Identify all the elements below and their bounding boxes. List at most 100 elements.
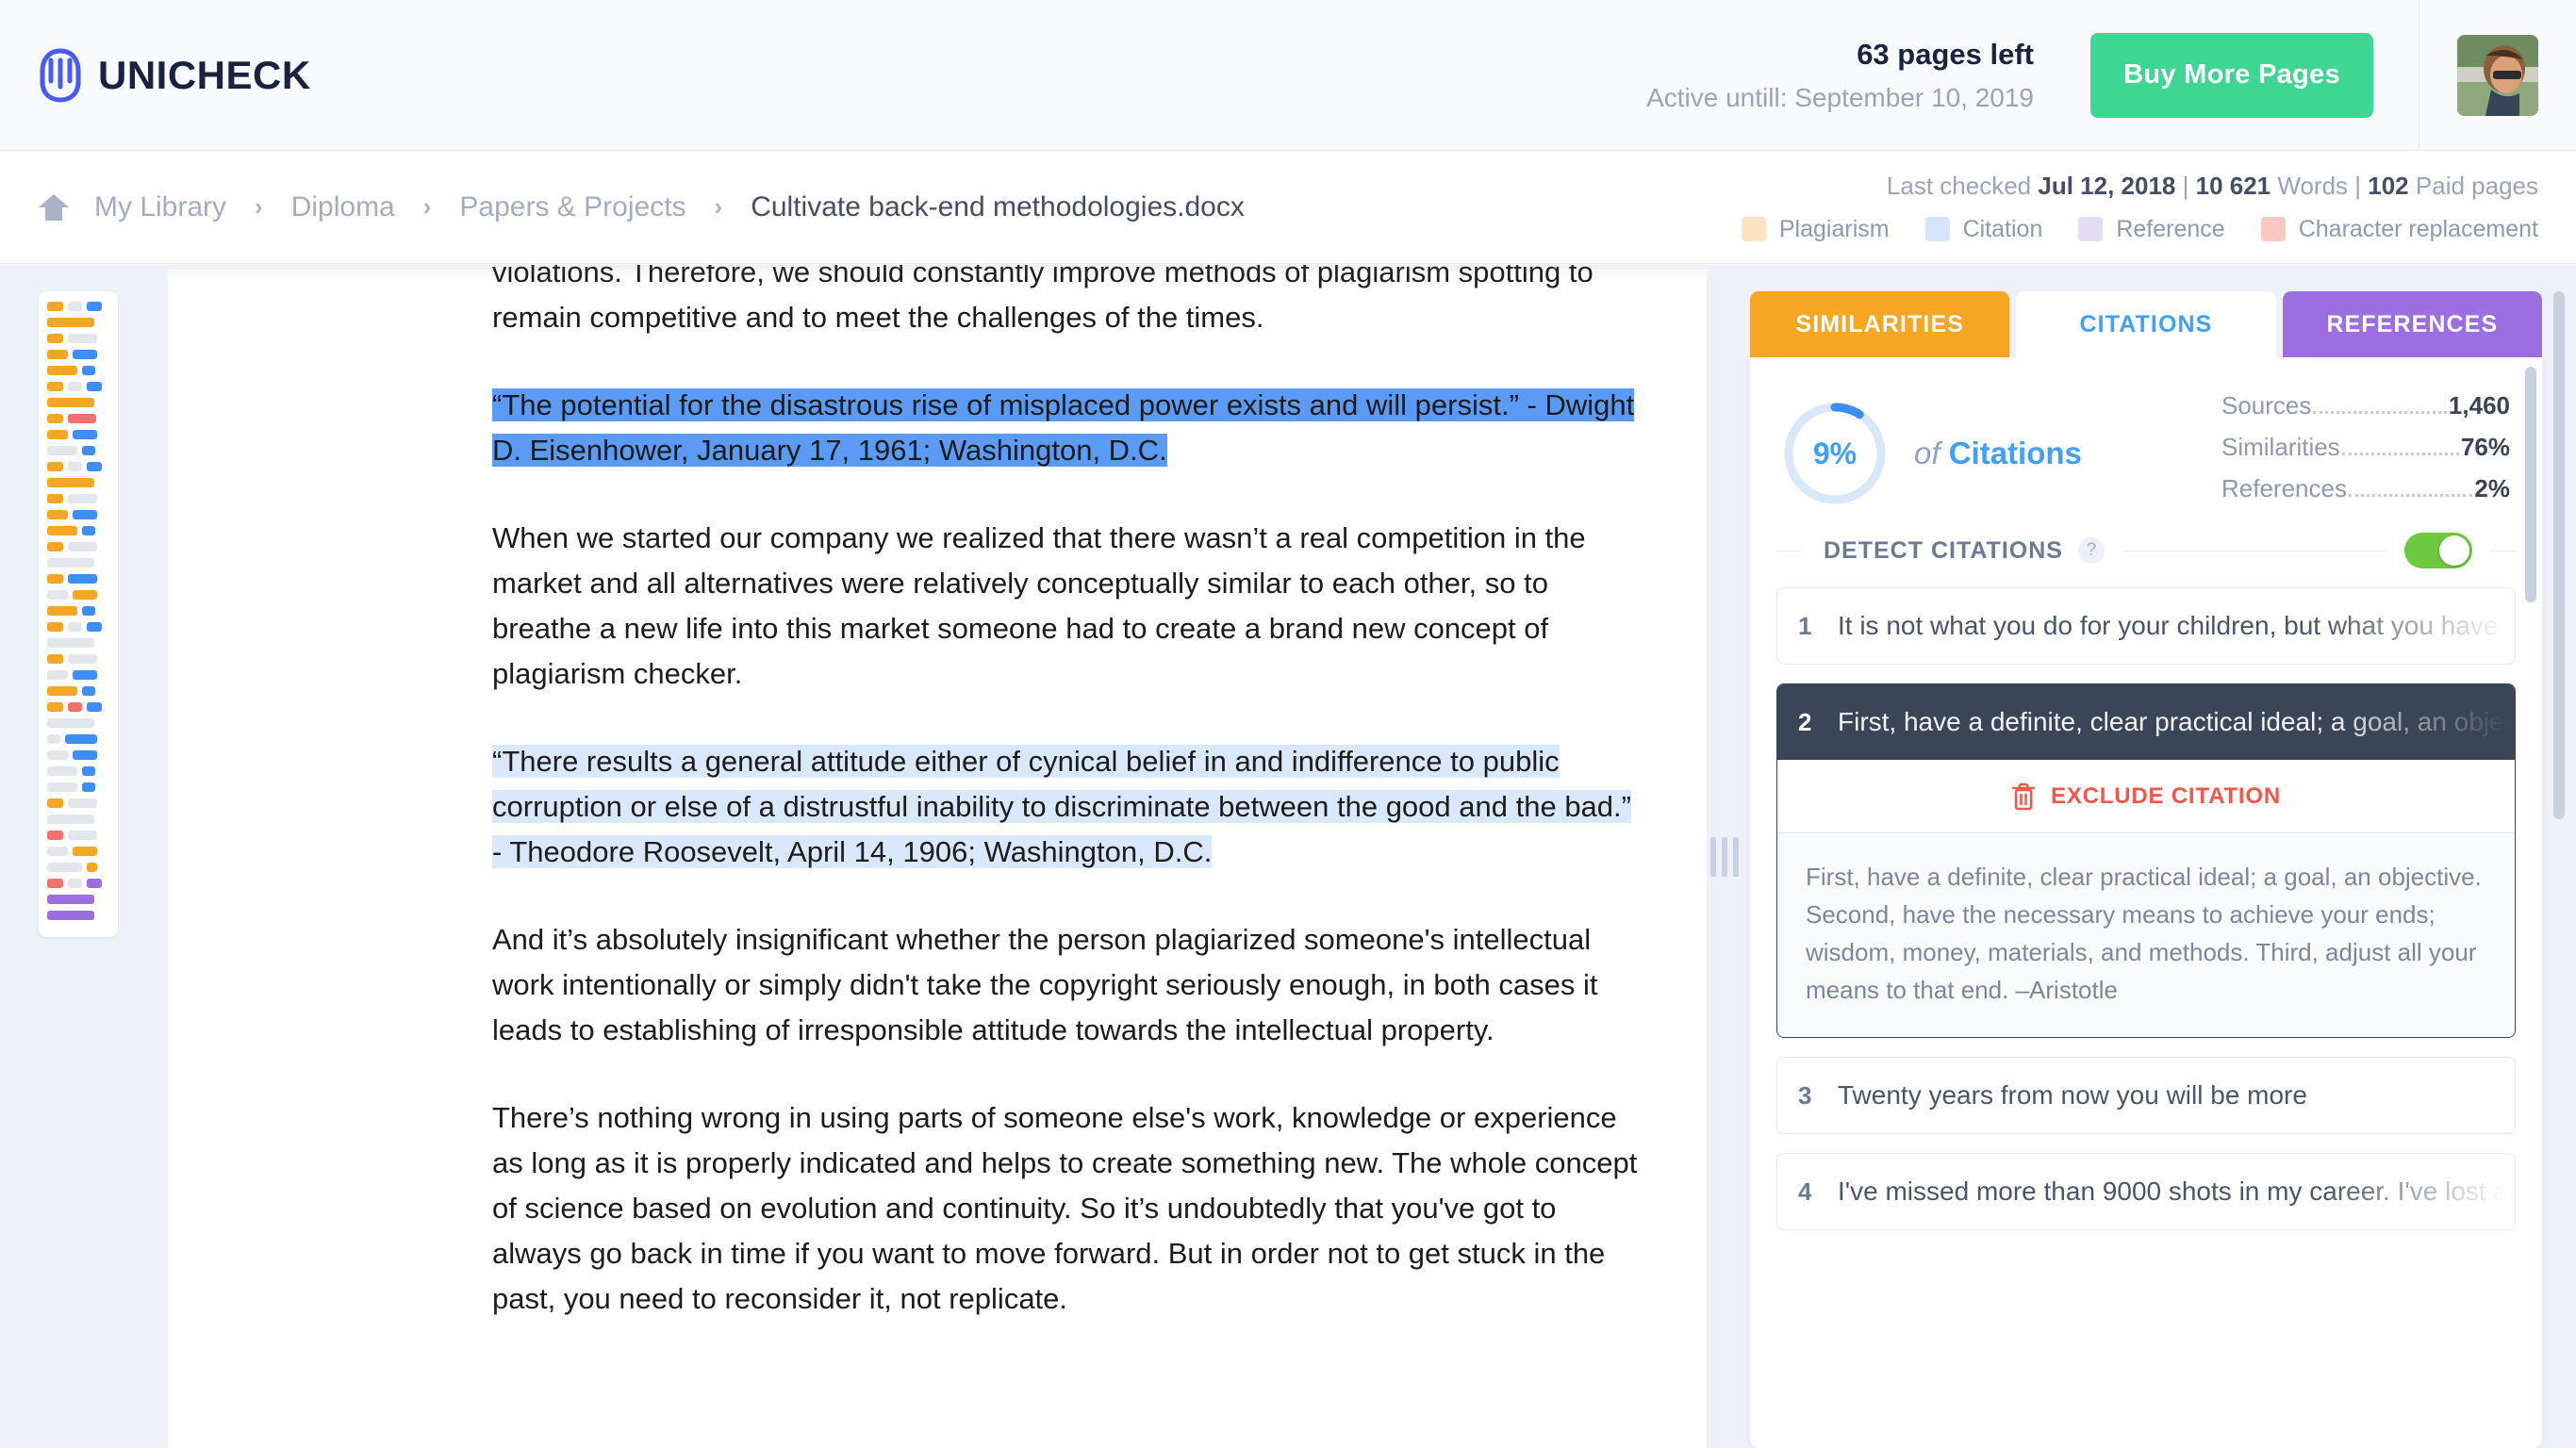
pages-left-count: 63 pages left <box>1857 37 2034 71</box>
breadcrumb-separator: › <box>714 192 723 221</box>
highlighted-text-run[interactable]: - Theodore Roosevelt, April 14, 1906; Wa… <box>492 835 1213 868</box>
minimap-row <box>47 734 109 744</box>
minimap-row <box>47 638 109 648</box>
tab-citations[interactable]: CITATIONS <box>2016 291 2276 357</box>
document-paragraph: And it’s absolutely insignificant whethe… <box>492 917 1650 1053</box>
exclude-citation-button[interactable]: EXCLUDE CITATION <box>1777 760 2515 833</box>
minimap-segment-plain <box>47 766 78 776</box>
text-run: And it’s absolutely insignificant whethe… <box>492 923 1598 1046</box>
minimap-segment-plain <box>47 558 94 568</box>
breadcrumb: My Library › Diploma › Papers & Projects… <box>38 191 1245 223</box>
minimap-row <box>47 766 109 776</box>
document-paragraph: There’s nothing wrong in using parts of … <box>492 1095 1650 1322</box>
page-scrollbar-track[interactable] <box>2553 291 2567 1448</box>
detect-citations-label: DETECT CITATIONS <box>1824 536 2063 564</box>
panel-scrollbar-track[interactable] <box>2525 357 2538 1448</box>
minimap-segment-plagiarism <box>73 590 98 600</box>
legend-label: Citation <box>1962 215 2043 242</box>
minimap-row <box>47 334 109 343</box>
detect-citations-row: DETECT CITATIONS ? <box>1750 525 2542 568</box>
legend-label: Plagiarism <box>1778 215 1890 242</box>
minimap-row <box>47 847 109 856</box>
legend-label: Character replacement <box>2298 215 2538 242</box>
breadcrumb-separator: › <box>422 192 432 221</box>
minimap-segment-citation <box>73 670 98 680</box>
breadcrumb-item-diploma[interactable]: Diploma <box>291 191 395 223</box>
minimap-segment-plain <box>68 879 82 888</box>
minimap-segment-plagiarism <box>47 606 78 616</box>
citation-item[interactable]: 1 It is not what you do for your children… <box>1776 587 2516 665</box>
minimap-row <box>47 398 109 407</box>
minimap-segment-plain <box>68 382 82 391</box>
minimap-segment-plain <box>68 654 98 664</box>
minimap-segment-citation <box>86 302 103 311</box>
minimap-segment-plagiarism <box>47 526 78 535</box>
tab-similarities[interactable]: SIMILARITIES <box>1750 291 2010 357</box>
help-icon[interactable]: ? <box>2077 537 2105 564</box>
citation-item[interactable]: 3 Twenty years from now you will be more <box>1776 1057 2516 1134</box>
legend-swatch-icon <box>1924 217 1950 241</box>
splitter-bar <box>1722 836 1727 877</box>
citation-item[interactable]: 4 I've missed more than 9000 shots in my … <box>1776 1153 2516 1230</box>
minimap-segment-plain <box>47 718 94 728</box>
highlighted-text-run[interactable]: “The potential for the disastrous rise o… <box>492 388 1635 467</box>
detect-citations-toggle[interactable] <box>2404 533 2472 568</box>
citation-item-header[interactable]: 1 It is not what you do for your children… <box>1777 588 2515 664</box>
brand-logo[interactable]: UNICHECK <box>38 47 311 103</box>
brand-name: UNICHECK <box>98 52 311 97</box>
citation-full-text: First, have a definite, clear practical … <box>1777 833 2515 1037</box>
minimap-row <box>47 430 109 439</box>
minimap-row <box>47 879 109 888</box>
tab-references[interactable]: REFERENCES <box>2282 291 2542 357</box>
document-minimap[interactable] <box>39 291 118 937</box>
minimap-segment-plagiarism <box>47 494 64 503</box>
minimap-segment-plain <box>47 863 82 872</box>
document-body[interactable]: violations. Therefore, we should constan… <box>168 265 1707 1322</box>
stat-dot-leader <box>2348 494 2473 497</box>
pane-splitter-handle[interactable] <box>1707 265 1742 1448</box>
citations-summary-label: of Citations <box>1914 436 2082 471</box>
text-run: violations. Therefore, we should constan… <box>492 265 1593 334</box>
panel-scrollbar-thumb[interactable] <box>2525 367 2536 602</box>
buy-more-pages-button[interactable]: Buy More Pages <box>2090 32 2373 118</box>
minimap-row <box>47 863 109 872</box>
citation-item-header[interactable]: 3 Twenty years from now you will be more <box>1777 1058 2515 1133</box>
legend-item: Character replacement <box>2260 215 2538 243</box>
home-icon[interactable] <box>38 193 70 222</box>
user-avatar[interactable] <box>2457 34 2538 116</box>
minimap-segment-plagiarism <box>73 847 98 856</box>
citation-preview-text: Twenty years from now you will be more <box>1838 1080 2307 1110</box>
minimap-segment-plagiarism <box>47 622 64 632</box>
breadcrumb-item-papers-projects[interactable]: Papers & Projects <box>459 191 685 223</box>
citation-preview-text: It is not what you do for your children,… <box>1838 611 2515 640</box>
minimap-segment-citation <box>82 526 96 535</box>
stat-dot-leader <box>2341 452 2459 455</box>
minimap-segment-citation <box>73 350 98 359</box>
breadcrumb-separator: › <box>255 192 263 221</box>
minimap-segment-plain <box>68 302 82 311</box>
breadcrumb-bar: My Library › Diploma › Papers & Projects… <box>0 151 2576 264</box>
breadcrumb-item-my-library[interactable]: My Library <box>94 191 226 223</box>
citation-index: 2 <box>1798 707 1812 736</box>
legend-label: Reference <box>2116 215 2225 242</box>
minimap-row <box>47 702 109 712</box>
minimap-segment-reference <box>47 895 94 904</box>
minimap-row <box>47 526 109 535</box>
page-scrollbar-thumb[interactable] <box>2553 291 2565 819</box>
minimap-segment-plagiarism <box>47 462 64 471</box>
minimap-row <box>47 462 109 471</box>
document-pane: violations. Therefore, we should constan… <box>168 265 1707 1448</box>
minimap-segment-plain <box>47 590 69 600</box>
header-right-group: 63 pages left Active untill: September 1… <box>1646 0 2576 151</box>
minimap-segment-plain <box>47 782 78 792</box>
document-quote[interactable]: “The potential for the disastrous rise o… <box>492 383 1650 473</box>
highlighted-text-run[interactable]: “There results a general attitude either… <box>492 745 1631 823</box>
stat-row: Sources 1,460 <box>2221 391 2510 420</box>
citation-item[interactable]: 2 First, have a definite, clear practical… <box>1776 683 2516 1038</box>
citation-item-header[interactable]: 4 I've missed more than 9000 shots in my … <box>1777 1154 2515 1229</box>
document-quote[interactable]: “There results a general attitude either… <box>492 739 1650 875</box>
word-count-value: 10 621 <box>2195 171 2271 200</box>
citation-preview-text: I've missed more than 9000 shots in my c… <box>1838 1176 2515 1206</box>
minimap-segment-plagiarism <box>47 398 94 407</box>
citation-item-header[interactable]: 2 First, have a definite, clear practical… <box>1777 684 2515 760</box>
